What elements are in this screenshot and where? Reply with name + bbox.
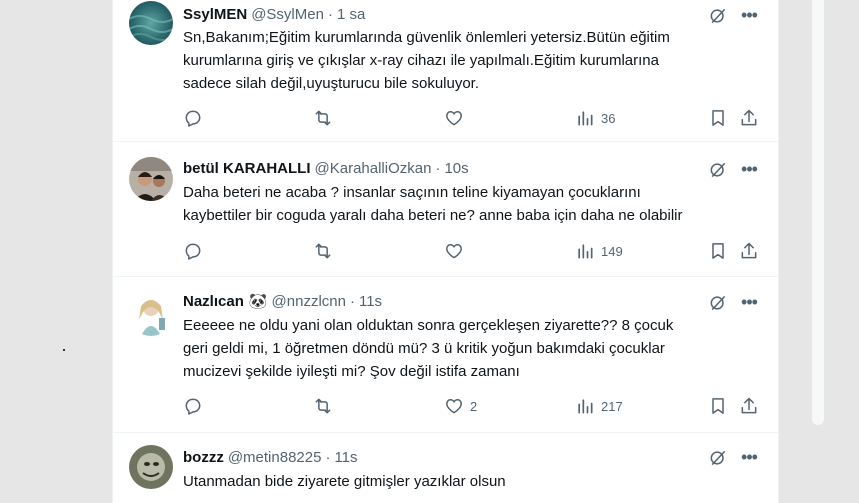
reply-button[interactable] — [183, 396, 203, 416]
tweet-4[interactable]: bozzz @metin88225 · 11s ••• Utanmadan bi… — [113, 433, 778, 503]
bookmark-button[interactable] — [708, 241, 728, 261]
view-count: 36 — [601, 110, 616, 126]
tweet-actions: 149 — [183, 241, 763, 263]
user-handle[interactable]: @SsylMen — [251, 6, 324, 23]
heart-icon — [446, 399, 462, 414]
avatar[interactable] — [129, 1, 173, 45]
reply-button[interactable] — [183, 108, 203, 128]
timestamp[interactable]: 1 sa — [337, 6, 365, 23]
views-button[interactable]: 149 — [575, 241, 623, 261]
display-name[interactable]: Nazlıcan — [183, 293, 244, 310]
grok-icon[interactable] — [708, 6, 728, 26]
tweet-header: bozzz @metin88225 · 11s — [183, 448, 358, 466]
bookmark-icon — [712, 398, 724, 414]
tweet-text: Eeeeee ne oldu yani olan olduktan sonra … — [183, 317, 674, 380]
like-button[interactable] — [444, 108, 470, 128]
avatar[interactable] — [129, 445, 173, 489]
stray-pixel — [63, 349, 65, 351]
tweet-actions: 2 217 — [183, 396, 763, 418]
tweet-header: SsylMEN @SsylMen · 1 sa — [183, 5, 366, 23]
views-icon — [578, 111, 593, 126]
reply-icon — [185, 243, 201, 260]
bookmark-icon — [712, 110, 724, 126]
tweet-text: Daha beteri ne acaba ? insanlar saçının … — [183, 184, 683, 224]
bookmark-button[interactable] — [708, 108, 728, 128]
share-icon — [741, 109, 757, 126]
tweet-2[interactable]: betül KARAHALLI @KarahalliOzkan · 10s ••… — [113, 142, 778, 277]
more-icon[interactable]: ••• — [738, 448, 760, 470]
timestamp[interactable]: 11s — [359, 293, 382, 310]
timestamp[interactable]: 10s — [444, 160, 468, 177]
user-handle[interactable]: @KarahalliOzkan — [315, 160, 432, 177]
display-name[interactable]: bozzz — [183, 449, 224, 466]
views-button[interactable]: 36 — [575, 108, 615, 128]
views-button[interactable]: 217 — [575, 396, 623, 416]
reply-icon — [185, 398, 201, 415]
bookmark-button[interactable] — [708, 396, 728, 416]
display-name[interactable]: betül KARAHALLI — [183, 160, 311, 177]
grok-icon[interactable] — [708, 160, 728, 180]
like-button[interactable]: 2 — [444, 396, 477, 416]
share-button[interactable] — [739, 396, 759, 416]
view-count: 217 — [601, 398, 623, 414]
reply-feed: SsylMEN @SsylMen · 1 sa ••• Sn,Bakanım;E… — [112, 0, 779, 503]
retweet-button[interactable] — [313, 108, 333, 128]
panda-emoji: 🐼 — [248, 293, 268, 310]
bookmark-icon — [712, 243, 724, 259]
user-handle[interactable]: @nnzzlcnn — [272, 293, 346, 310]
heart-icon — [446, 244, 462, 259]
reply-icon — [185, 110, 201, 127]
like-count: 2 — [470, 398, 478, 414]
scrollbar-track[interactable] — [812, 0, 824, 425]
tweet-header: betül KARAHALLI @KarahalliOzkan · 10s — [183, 159, 469, 177]
retweet-icon — [315, 398, 331, 414]
tweet-text: Utanmadan bide ziyarete gitmişler yazıkl… — [183, 473, 506, 490]
retweet-button[interactable] — [313, 241, 333, 261]
timestamp[interactable]: 11s — [334, 449, 357, 466]
tweet-header: Nazlıcan 🐼 @nnzzlcnn · 11s — [183, 292, 383, 311]
share-button[interactable] — [739, 241, 759, 261]
more-icon[interactable]: ••• — [738, 293, 760, 315]
share-icon — [741, 397, 757, 414]
share-button[interactable] — [739, 108, 759, 128]
retweet-icon — [315, 110, 331, 126]
more-icon[interactable]: ••• — [738, 160, 760, 182]
retweet-icon — [315, 243, 331, 259]
like-button[interactable] — [444, 241, 470, 261]
more-icon[interactable]: ••• — [738, 6, 760, 28]
reply-button[interactable] — [183, 241, 203, 261]
view-count: 149 — [601, 243, 623, 259]
grok-icon[interactable] — [708, 293, 728, 313]
tweet-3[interactable]: Nazlıcan 🐼 @nnzzlcnn · 11s ••• Eeeeee ne… — [113, 277, 778, 433]
avatar[interactable] — [129, 292, 173, 336]
views-icon — [578, 244, 593, 259]
avatar[interactable] — [129, 157, 173, 201]
tweet-text: Sn,Bakanım;Eğitim kurumlarında güvenlik … — [183, 29, 670, 92]
tweet-actions: 36 — [183, 108, 763, 130]
display-name[interactable]: SsylMEN — [183, 6, 247, 23]
grok-icon[interactable] — [708, 448, 728, 468]
user-handle[interactable]: @metin88225 — [228, 449, 322, 466]
heart-icon — [446, 111, 462, 126]
tweet-1[interactable]: SsylMEN @SsylMen · 1 sa ••• Sn,Bakanım;E… — [113, 0, 778, 142]
retweet-button[interactable] — [313, 396, 333, 416]
views-icon — [578, 399, 593, 414]
share-icon — [741, 242, 757, 259]
